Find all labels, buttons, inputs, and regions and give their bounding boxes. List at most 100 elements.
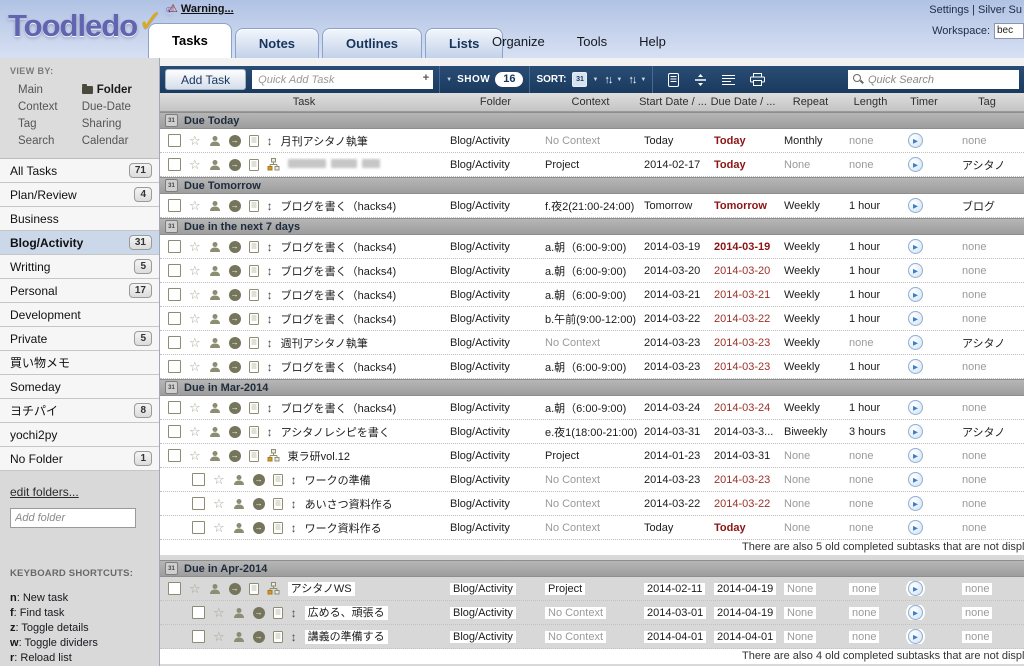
subtasks-tree-icon[interactable] [267, 582, 280, 595]
cell-start[interactable]: 2014-03-23 [638, 474, 708, 486]
cell-folder[interactable]: Blog/Activity [448, 241, 543, 253]
cell-due[interactable]: Today [708, 159, 778, 171]
sidebar-item-personal[interactable]: Personal17 [0, 279, 159, 303]
note-icon[interactable] [249, 361, 259, 373]
task-cell[interactable]: ☆→東ラ研vol.12 [160, 448, 448, 464]
sidebar-item-private[interactable]: Private5 [0, 327, 159, 351]
task-cell[interactable]: ☆→↕週刊アシタノ執筆 [160, 335, 448, 351]
tab-outlines[interactable]: Outlines [322, 28, 422, 58]
action-arrow-icon[interactable]: → [253, 498, 265, 510]
note-icon[interactable] [273, 631, 283, 643]
cell-folder[interactable]: Blog/Activity [448, 313, 543, 325]
complete-checkbox[interactable] [168, 158, 181, 171]
cell-folder[interactable]: Blog/Activity [448, 337, 543, 349]
subtasks-tree-icon[interactable] [267, 449, 280, 462]
note-icon[interactable] [249, 426, 259, 438]
assign-person-icon[interactable] [209, 426, 221, 438]
assign-person-icon[interactable] [233, 631, 245, 643]
cell-context[interactable]: a.朝（6:00-9:00) [543, 239, 638, 255]
column-header-timer[interactable]: Timer [898, 96, 950, 108]
action-arrow-icon[interactable]: → [253, 522, 265, 534]
cell-due[interactable]: 2014-04-01 [708, 630, 778, 644]
task-row[interactable]: ☆→↕ワーク資料作るBlog/ActivityNo ContextTodayTo… [160, 516, 1024, 540]
cell-repeat[interactable]: Weekly [778, 402, 843, 414]
action-arrow-icon[interactable]: → [229, 361, 241, 373]
cell-context[interactable]: a.朝（6:00-9:00) [543, 287, 638, 303]
cell-due[interactable]: 2014-03-3... [708, 426, 778, 438]
task-name[interactable]: アシタノレシピを書く [281, 424, 390, 440]
section-header-due-in-apr-2014[interactable]: 31Due in Apr-2014 [160, 560, 1024, 577]
note-icon[interactable] [249, 200, 259, 212]
drag-handle-icon[interactable]: ↕ [291, 606, 297, 620]
action-arrow-icon[interactable]: → [253, 607, 265, 619]
cell-due[interactable]: Tomorrow [708, 200, 778, 212]
drag-handle-icon[interactable]: ↕ [291, 473, 297, 487]
timer-play-button[interactable]: ▶ [908, 496, 923, 511]
action-arrow-icon[interactable]: → [229, 313, 241, 325]
cell-context[interactable]: Project [543, 159, 638, 171]
cell-due[interactable]: 2014-03-22 [708, 498, 778, 510]
cell-length[interactable]: 1 hour [843, 289, 898, 301]
cell-repeat[interactable]: None [778, 606, 843, 620]
note-icon[interactable] [249, 159, 259, 171]
menu-help[interactable]: Help [639, 34, 666, 49]
task-row[interactable]: ☆→↕ブログを書く（hacks4)Blog/Activityb.午前(9:00-… [160, 307, 1024, 331]
drag-handle-icon[interactable]: ↕ [267, 134, 273, 148]
star-icon[interactable]: ☆ [213, 606, 225, 619]
sort-tertiary-button[interactable]: ↑↓ ▼ [628, 74, 646, 86]
column-header-repeat[interactable]: Repeat [778, 96, 843, 108]
cell-context[interactable]: No Context [543, 474, 638, 486]
quick-add-input[interactable] [252, 70, 433, 89]
drag-handle-icon[interactable]: ↕ [267, 312, 273, 326]
assign-person-icon[interactable] [233, 498, 245, 510]
edit-folders-link[interactable]: edit folders... [10, 485, 79, 499]
cell-tag[interactable]: アシタノ [950, 157, 1024, 173]
task-name[interactable]: あいさつ資料作る [305, 496, 393, 512]
action-arrow-icon[interactable]: → [229, 426, 241, 438]
complete-checkbox[interactable] [168, 134, 181, 147]
task-name[interactable]: ブログを書く（hacks4) [281, 198, 397, 214]
cell-repeat[interactable]: Weekly [778, 200, 843, 212]
cell-due[interactable]: 2014-03-21 [708, 289, 778, 301]
column-header-tag[interactable]: Tag [950, 96, 1024, 108]
add-task-button[interactable]: Add Task [165, 69, 246, 90]
cell-start[interactable]: Today [638, 135, 708, 147]
note-icon[interactable] [249, 289, 259, 301]
printer-icon[interactable] [750, 73, 765, 86]
star-icon[interactable]: ☆ [189, 360, 201, 373]
task-cell[interactable]: ☆→↕広める、頑張る [160, 606, 448, 620]
task-cell[interactable]: ☆→↕ブログを書く（hacks4) [160, 311, 448, 327]
task-row[interactable]: ☆→↕あいさつ資料作るBlog/ActivityNo Context2014-0… [160, 492, 1024, 516]
note-icon[interactable] [249, 241, 259, 253]
cell-due[interactable]: 2014-03-19 [708, 241, 778, 253]
timer-play-button[interactable]: ▶ [908, 400, 923, 415]
section-header-due-in-the-next-7-days[interactable]: 31Due in the next 7 days [160, 218, 1024, 235]
drag-handle-icon[interactable]: ↕ [267, 425, 273, 439]
task-row[interactable]: ☆→↕ブログを書く（hacks4)Blog/Activitya.朝（6:00-9… [160, 355, 1024, 379]
timer-play-button[interactable]: ▶ [908, 133, 923, 148]
cell-folder[interactable]: Blog/Activity [448, 450, 543, 462]
cell-repeat[interactable]: None [778, 582, 843, 596]
assign-person-icon[interactable] [209, 450, 221, 462]
complete-checkbox[interactable] [168, 336, 181, 349]
cell-context[interactable]: Project [543, 582, 638, 596]
cell-due[interactable]: 2014-03-23 [708, 474, 778, 486]
complete-checkbox[interactable] [192, 497, 205, 510]
task-name[interactable]: 週刊アシタノ執筆 [281, 335, 368, 351]
cell-folder[interactable]: Blog/Activity [448, 402, 543, 414]
task-cell[interactable]: ☆→↕月刊アシタノ執筆 [160, 133, 448, 149]
action-arrow-icon[interactable]: → [229, 450, 241, 462]
cell-start[interactable]: 2014-03-01 [638, 606, 708, 620]
cell-start[interactable]: 2014-04-01 [638, 630, 708, 644]
assign-person-icon[interactable] [209, 583, 221, 595]
show-filter-button[interactable]: ▼ SHOW 16 [446, 72, 523, 87]
column-header-due-date[interactable]: Due Date / ... [708, 96, 778, 108]
task-cell[interactable]: ☆→アシタノWS [160, 582, 448, 596]
cell-repeat[interactable]: None [778, 630, 843, 644]
task-cell[interactable]: ☆→↕ブログを書く（hacks4) [160, 400, 448, 416]
menu-organize[interactable]: Organize [492, 34, 545, 49]
cell-folder[interactable]: Blog/Activity [448, 135, 543, 147]
task-row[interactable]: ☆→↕週刊アシタノ執筆Blog/ActivityNo Context2014-0… [160, 331, 1024, 355]
cell-start[interactable]: 2014-02-11 [638, 582, 708, 596]
complete-checkbox[interactable] [168, 401, 181, 414]
